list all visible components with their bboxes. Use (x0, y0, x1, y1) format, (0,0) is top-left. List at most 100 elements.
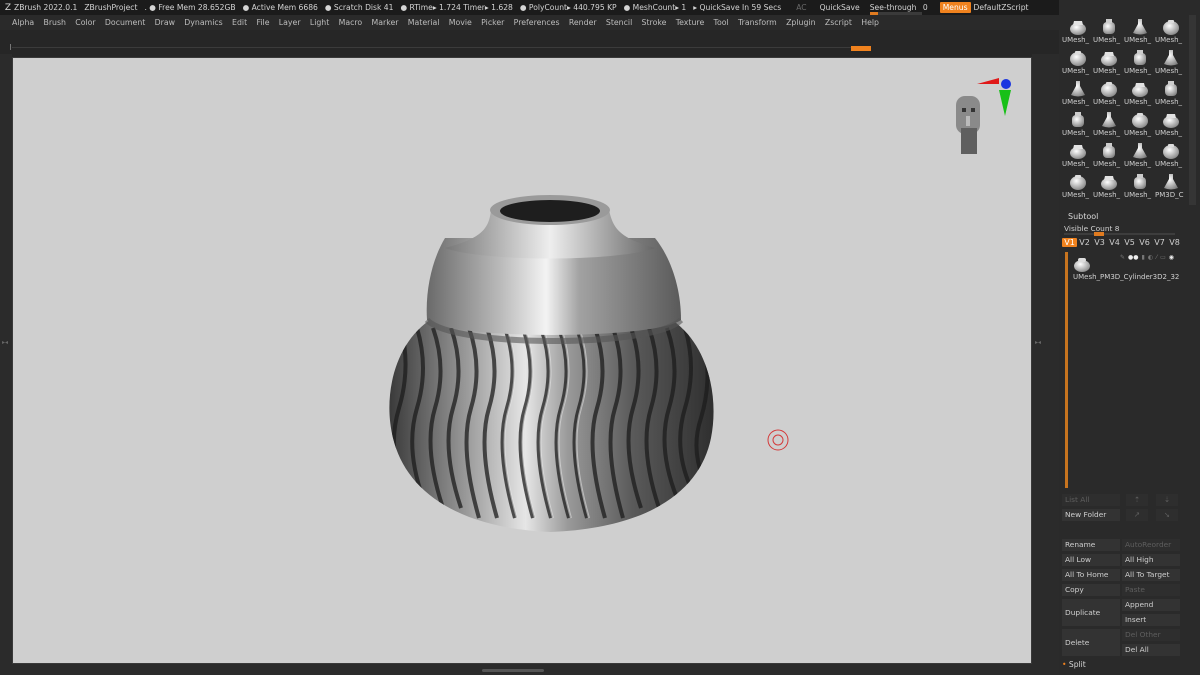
menu-transform[interactable]: Transform (738, 18, 777, 27)
menu-texture[interactable]: Texture (676, 18, 705, 27)
menus-toggle-button[interactable]: Menus (939, 2, 971, 13)
del-all-button[interactable]: Del All (1122, 644, 1180, 656)
tool-thumbnail[interactable]: UMesh_ (1124, 46, 1155, 77)
menu-zplugin[interactable]: Zplugin (786, 18, 815, 27)
tool-thumbnail[interactable]: UMesh_ (1062, 108, 1093, 139)
menu-preferences[interactable]: Preferences (514, 18, 560, 27)
arrow-down-icon[interactable]: ↘ (1156, 509, 1178, 521)
tool-thumbnail[interactable]: UMesh_ (1093, 139, 1124, 170)
menu-stroke[interactable]: Stroke (642, 18, 667, 27)
default-zscript-button[interactable]: DefaultZScript (974, 3, 1029, 12)
right-tray-handle[interactable]: ▸◂ (1032, 54, 1059, 675)
menu-material[interactable]: Material (408, 18, 440, 27)
tool-thumbnail[interactable]: UMesh_ (1155, 139, 1186, 170)
rename-button[interactable]: Rename (1062, 539, 1120, 551)
bottom-tray-handle[interactable] (12, 664, 1032, 675)
tool-thumbnail[interactable]: UMesh_ (1062, 15, 1093, 46)
tool-thumbnail[interactable]: UMesh_ (1093, 170, 1124, 201)
visible-count-slider[interactable] (1064, 232, 1175, 236)
tab-v8[interactable]: V8 (1167, 238, 1182, 247)
tool-thumbnail[interactable]: UMesh_ (1093, 46, 1124, 77)
ac-button[interactable]: AC (796, 3, 806, 12)
tab-v5[interactable]: V5 (1122, 238, 1137, 247)
tool-thumbnail[interactable]: UMesh_ (1093, 108, 1124, 139)
tool-thumbnail[interactable]: PM3D_C (1155, 170, 1186, 201)
tool-thumbnail[interactable]: UMesh_ (1062, 139, 1093, 170)
append-button[interactable]: Append (1122, 599, 1180, 611)
toggle-icon[interactable]: ●● (1128, 254, 1138, 261)
insert-button[interactable]: Insert (1122, 614, 1180, 626)
menu-alpha[interactable]: Alpha (12, 18, 34, 27)
menu-dynamics[interactable]: Dynamics (184, 18, 222, 27)
tab-v4[interactable]: V4 (1107, 238, 1122, 247)
tool-thumbnail[interactable]: UMesh_ (1155, 77, 1186, 108)
menu-picker[interactable]: Picker (481, 18, 504, 27)
tool-thumbnail[interactable]: UMesh_ (1124, 15, 1155, 46)
brush-icon[interactable]: ✎ (1120, 254, 1125, 261)
tool-thumbnail[interactable]: UMesh_ (1124, 108, 1155, 139)
menu-movie[interactable]: Movie (449, 18, 472, 27)
menu-color[interactable]: Color (75, 18, 95, 27)
lock-icon[interactable]: ▮ (1142, 254, 1145, 261)
polypaint-icon[interactable]: ⁄ (1156, 254, 1157, 261)
visible-count[interactable]: Visible Count 8 (1064, 224, 1120, 233)
menu-marker[interactable]: Marker (372, 18, 399, 27)
tool-thumbnail[interactable]: UMesh_ (1155, 46, 1186, 77)
new-folder-button[interactable]: New Folder (1062, 509, 1120, 521)
subtool-title[interactable]: Subtool (1068, 212, 1098, 221)
tab-v6[interactable]: V6 (1137, 238, 1152, 247)
quicksave-button[interactable]: QuickSave (820, 3, 860, 12)
menu-tool[interactable]: Tool (714, 18, 729, 27)
tool-thumbnail[interactable]: UMesh_ (1155, 108, 1186, 139)
copy-button[interactable]: Copy (1062, 584, 1120, 596)
menu-draw[interactable]: Draw (155, 18, 175, 27)
all-low-button[interactable]: All Low (1062, 554, 1120, 566)
arrow-up-icon[interactable]: ↗ (1126, 509, 1148, 521)
tool-thumbnail[interactable]: UMesh_ (1124, 77, 1155, 108)
folder-icon[interactable]: ▭ (1160, 254, 1166, 261)
visible-count-handle[interactable] (1094, 232, 1104, 236)
navigation-head-icon[interactable] (956, 96, 980, 154)
tab-v7[interactable]: V7 (1152, 238, 1167, 247)
menu-light[interactable]: Light (310, 18, 329, 27)
autoreorder-button[interactable]: AutoReorder (1122, 539, 1180, 551)
tool-thumbnail[interactable]: UMesh_ (1124, 139, 1155, 170)
menu-edit[interactable]: Edit (232, 18, 247, 27)
menu-brush[interactable]: Brush (43, 18, 66, 27)
eye-icon[interactable]: ◉ (1169, 254, 1174, 261)
axis-gizmo-icon[interactable] (977, 78, 1011, 116)
menu-stencil[interactable]: Stencil (606, 18, 632, 27)
bottom-grip[interactable] (482, 669, 544, 672)
tool-panel-scrollbar[interactable] (1189, 15, 1196, 205)
menu-layer[interactable]: Layer (279, 18, 301, 27)
tab-v1[interactable]: V1 (1062, 238, 1077, 247)
all-high-button[interactable]: All High (1122, 554, 1180, 566)
tab-v2[interactable]: V2 (1077, 238, 1092, 247)
tool-thumbnail[interactable]: UMesh_ (1093, 15, 1124, 46)
paste-button[interactable]: Paste (1122, 584, 1180, 596)
expand-left-icon[interactable]: ▸◂ (2, 339, 8, 346)
canvas-viewport[interactable] (12, 57, 1032, 664)
tool-thumbnail[interactable]: UMesh_ (1124, 170, 1155, 201)
tool-thumbnail[interactable]: UMesh_ (1155, 15, 1186, 46)
menu-file[interactable]: File (256, 18, 269, 27)
material-icon[interactable]: ◐ (1148, 254, 1153, 261)
expand-right-icon[interactable]: ▸◂ (1035, 339, 1041, 346)
delete-button[interactable]: Delete (1062, 629, 1120, 656)
all-to-home-button[interactable]: All To Home (1062, 569, 1120, 581)
del-other-button[interactable]: Del Other (1122, 629, 1180, 641)
subtool-item[interactable]: ✎ ●● ▮ ◐ ⁄ ▭ ◉ UMesh_PM3D_Cylinder3D2_32 (1070, 252, 1183, 283)
duplicate-button[interactable]: Duplicate (1062, 599, 1120, 626)
tool-thumbnail[interactable]: UMesh_ (1062, 77, 1093, 108)
see-through-slider[interactable]: See-through 0 (869, 3, 928, 15)
menu-help[interactable]: Help (861, 18, 879, 27)
all-to-target-button[interactable]: All To Target (1122, 569, 1180, 581)
menu-render[interactable]: Render (569, 18, 597, 27)
tab-v3[interactable]: V3 (1092, 238, 1107, 247)
menu-document[interactable]: Document (105, 18, 145, 27)
list-all-button[interactable]: List All (1062, 494, 1120, 506)
menu-zscript[interactable]: Zscript (825, 18, 852, 27)
left-tray-handle[interactable]: ▸◂ (0, 54, 12, 675)
tool-thumbnail[interactable]: UMesh_ (1062, 46, 1093, 77)
tool-thumbnail[interactable]: UMesh_ (1093, 77, 1124, 108)
